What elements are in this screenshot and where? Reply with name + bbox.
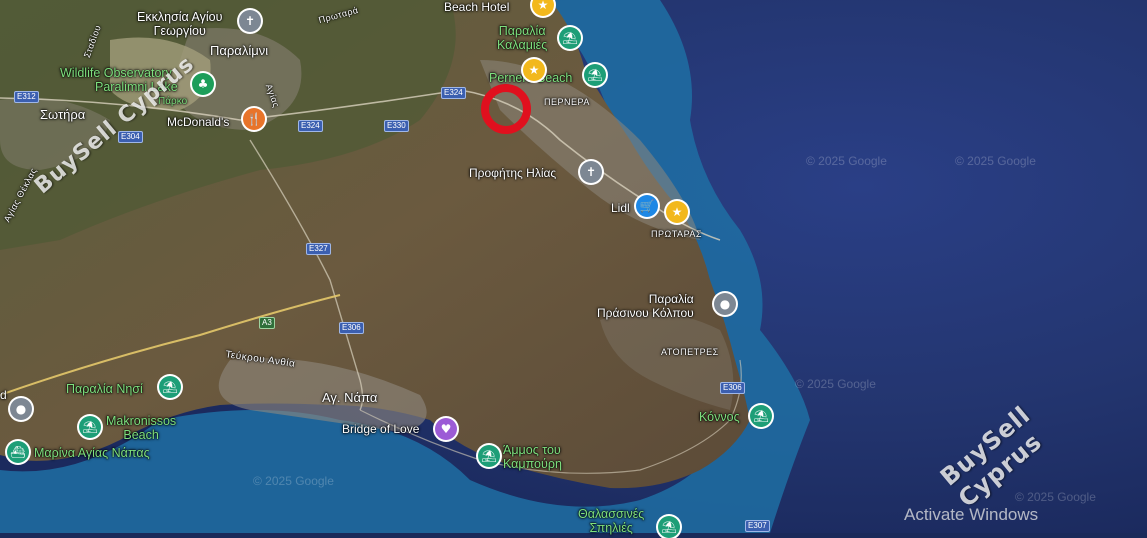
- map-copyright: © 2025 Google: [253, 474, 334, 488]
- map-copyright: © 2025 Google: [806, 154, 887, 168]
- label-pernera: ΠΕΡΝΕΡΑ: [544, 97, 590, 107]
- label-konnos: Κόννος: [699, 410, 740, 424]
- road-e306: E306: [339, 322, 364, 334]
- beach-icon[interactable]: ⛱: [658, 516, 680, 538]
- label-makronissos-beach: Makronissos Beach: [106, 414, 177, 442]
- map-copyright: © 2025 Google: [955, 154, 1036, 168]
- label-agia-napa: Αγ. Νάπα: [322, 390, 378, 405]
- label-ekklisia: Εκκλησία Αγίου Γεωργίου: [137, 10, 223, 38]
- church-icon[interactable]: ✝: [239, 10, 261, 32]
- place-marker-icon[interactable]: ●: [714, 293, 736, 315]
- label-bridge-of-love: Bridge of Love: [342, 422, 420, 436]
- label-atopetres: ΑΤΟΠΕΤΡΕΣ: [661, 347, 719, 357]
- label-marina-agias-napas: Μαρίνα Αγίας Νάπας: [34, 446, 150, 460]
- beach-icon[interactable]: ⛱: [478, 445, 500, 467]
- beach-icon[interactable]: ⛱: [584, 64, 606, 86]
- label-thalassines-spilies: Θαλασσινές Σπηλιές: [578, 507, 645, 535]
- ferry-icon[interactable]: ⛴: [7, 441, 29, 463]
- beach-icon[interactable]: ⛱: [79, 416, 101, 438]
- label-prasinou-kolpou: Παραλία Πράσινου Κόλπου: [597, 292, 694, 320]
- road-e307: E307: [745, 520, 770, 532]
- label-paralimni: Παραλίμνι: [210, 43, 269, 58]
- road-a3: A3: [259, 317, 275, 329]
- label-paralia-kalamies: Παραλία Καλαμιές: [497, 24, 548, 52]
- label-beach-hotel: Beach Hotel: [444, 0, 510, 14]
- restaurant-icon[interactable]: 🍴: [243, 108, 265, 130]
- road-e306: E306: [720, 382, 745, 394]
- label-profitis-ilias: Προφήτης Ηλίας: [469, 166, 557, 180]
- place-marker-icon[interactable]: ●: [10, 398, 32, 420]
- map-copyright: © 2025 Google: [795, 377, 876, 391]
- heart-icon[interactable]: ♥: [435, 418, 457, 440]
- label-protaras: ΠΡΩΤΑΡΑΣ: [651, 229, 702, 239]
- beach-icon[interactable]: ⛱: [750, 405, 772, 427]
- label-ammos-kambouri: Άμμος του Καμπούρη: [503, 443, 562, 471]
- shopping-cart-icon[interactable]: 🛒: [636, 195, 658, 217]
- label-partial-d: d: [0, 388, 7, 402]
- beach-icon[interactable]: ⛱: [559, 27, 581, 49]
- star-icon[interactable]: ★: [523, 59, 545, 81]
- road-e327: E327: [306, 243, 331, 255]
- activate-windows-notice: Activate Windows: [904, 505, 1039, 524]
- label-sotira: Σωτήρα: [40, 107, 86, 122]
- church-icon[interactable]: ✝: [580, 161, 602, 183]
- map-copyright: © 2025 Google: [1015, 490, 1096, 504]
- road-e330: E330: [384, 120, 409, 132]
- star-icon[interactable]: ★: [666, 201, 688, 223]
- road-e324: E324: [298, 120, 323, 132]
- park-icon[interactable]: ♣: [192, 73, 214, 95]
- beach-icon[interactable]: ⛱: [159, 376, 181, 398]
- label-mcdonalds: McDonald's: [167, 115, 230, 129]
- road-e324: E324: [441, 87, 466, 99]
- label-lidl: Lidl: [611, 201, 630, 215]
- road-e312: E312: [14, 91, 39, 103]
- label-paralia-nissi: Παραλία Νησί: [66, 382, 143, 396]
